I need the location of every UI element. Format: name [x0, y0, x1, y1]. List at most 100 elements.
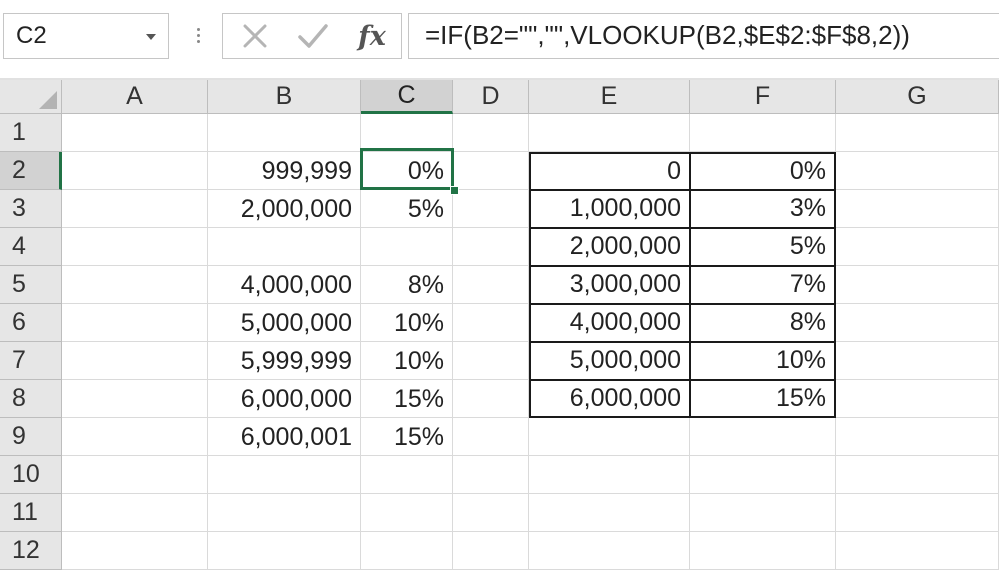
cell-c1[interactable] [361, 114, 453, 152]
cell-g9[interactable] [836, 418, 999, 456]
cell-f3[interactable]: 3% [690, 190, 836, 228]
cell-a11[interactable] [62, 494, 208, 532]
cell-e9[interactable] [529, 418, 690, 456]
cell-c10[interactable] [361, 456, 453, 494]
cell-d3[interactable] [453, 190, 529, 228]
cell-d8[interactable] [453, 380, 529, 418]
cell-g6[interactable] [836, 304, 999, 342]
cell-d4[interactable] [453, 228, 529, 266]
cell-e4[interactable]: 2,000,000 [529, 228, 690, 266]
cell-c3[interactable]: 5% [361, 190, 453, 228]
cell-f9[interactable] [690, 418, 836, 456]
cell-c2[interactable]: 0% [361, 152, 453, 190]
more-options-icon[interactable] [192, 24, 206, 48]
cell-e1[interactable] [529, 114, 690, 152]
row-header-12[interactable]: 12 [0, 532, 62, 570]
cell-a9[interactable] [62, 418, 208, 456]
row-header-11[interactable]: 11 [0, 494, 62, 532]
dropdown-arrow-icon[interactable] [146, 34, 156, 40]
cell-c4[interactable] [361, 228, 453, 266]
cell-c8[interactable]: 15% [361, 380, 453, 418]
name-box[interactable]: C2 [3, 13, 169, 59]
select-all-icon[interactable] [0, 80, 62, 114]
cell-g4[interactable] [836, 228, 999, 266]
cell-d2[interactable] [453, 152, 529, 190]
cell-a2[interactable] [62, 152, 208, 190]
cell-c11[interactable] [361, 494, 453, 532]
cell-d9[interactable] [453, 418, 529, 456]
cell-d1[interactable] [453, 114, 529, 152]
cell-g7[interactable] [836, 342, 999, 380]
cell-b1[interactable] [208, 114, 361, 152]
row-header-10[interactable]: 10 [0, 456, 62, 494]
cancel-icon[interactable] [231, 14, 279, 58]
cell-a10[interactable] [62, 456, 208, 494]
cell-d11[interactable] [453, 494, 529, 532]
cell-g1[interactable] [836, 114, 999, 152]
cell-f10[interactable] [690, 456, 836, 494]
cell-e7[interactable]: 5,000,000 [529, 342, 690, 380]
column-header-f[interactable]: F [690, 80, 836, 114]
cell-a8[interactable] [62, 380, 208, 418]
cell-f6[interactable]: 8% [690, 304, 836, 342]
cell-e12[interactable] [529, 532, 690, 570]
cell-a6[interactable] [62, 304, 208, 342]
cell-g12[interactable] [836, 532, 999, 570]
row-header-9[interactable]: 9 [0, 418, 62, 456]
column-header-b[interactable]: B [208, 80, 361, 114]
worksheet-grid[interactable]: A B C D E F G 1 2 999,999 0% 0 0% 3 2,000,000 5% 1,000,0… [0, 80, 999, 570]
cell-b8[interactable]: 6,000,000 [208, 380, 361, 418]
cell-d5[interactable] [453, 266, 529, 304]
column-header-e[interactable]: E [529, 80, 690, 114]
formula-input[interactable]: =IF(B2="","",VLOOKUP(B2,$E$2:$F$8,2)) [408, 13, 999, 59]
cell-a5[interactable] [62, 266, 208, 304]
cell-f12[interactable] [690, 532, 836, 570]
cell-f1[interactable] [690, 114, 836, 152]
row-header-1[interactable]: 1 [0, 114, 62, 152]
cell-a3[interactable] [62, 190, 208, 228]
cell-c12[interactable] [361, 532, 453, 570]
cell-e11[interactable] [529, 494, 690, 532]
cell-b4[interactable] [208, 228, 361, 266]
cell-e5[interactable]: 3,000,000 [529, 266, 690, 304]
column-header-d[interactable]: D [453, 80, 529, 114]
cell-b5[interactable]: 4,000,000 [208, 266, 361, 304]
cell-d7[interactable] [453, 342, 529, 380]
row-header-6[interactable]: 6 [0, 304, 62, 342]
cell-c5[interactable]: 8% [361, 266, 453, 304]
cell-d12[interactable] [453, 532, 529, 570]
cell-f5[interactable]: 7% [690, 266, 836, 304]
column-header-a[interactable]: A [62, 80, 208, 114]
cell-b7[interactable]: 5,999,999 [208, 342, 361, 380]
column-header-g[interactable]: G [836, 80, 999, 114]
cell-b3[interactable]: 2,000,000 [208, 190, 361, 228]
row-header-7[interactable]: 7 [0, 342, 62, 380]
cell-d10[interactable] [453, 456, 529, 494]
cell-g11[interactable] [836, 494, 999, 532]
row-header-4[interactable]: 4 [0, 228, 62, 266]
cell-e10[interactable] [529, 456, 690, 494]
cell-d6[interactable] [453, 304, 529, 342]
cell-f7[interactable]: 10% [690, 342, 836, 380]
row-header-8[interactable]: 8 [0, 380, 62, 418]
cell-b6[interactable]: 5,000,000 [208, 304, 361, 342]
cell-a7[interactable] [62, 342, 208, 380]
cell-a12[interactable] [62, 532, 208, 570]
cell-f2[interactable]: 0% [690, 152, 836, 190]
cell-g2[interactable] [836, 152, 999, 190]
cell-a1[interactable] [62, 114, 208, 152]
row-header-5[interactable]: 5 [0, 266, 62, 304]
cell-f4[interactable]: 5% [690, 228, 836, 266]
row-header-3[interactable]: 3 [0, 190, 62, 228]
cell-b11[interactable] [208, 494, 361, 532]
cell-f11[interactable] [690, 494, 836, 532]
cell-b2[interactable]: 999,999 [208, 152, 361, 190]
cell-e3[interactable]: 1,000,000 [529, 190, 690, 228]
cell-b9[interactable]: 6,000,001 [208, 418, 361, 456]
cell-c9[interactable]: 15% [361, 418, 453, 456]
cell-a4[interactable] [62, 228, 208, 266]
cell-c7[interactable]: 10% [361, 342, 453, 380]
cell-g10[interactable] [836, 456, 999, 494]
enter-check-icon[interactable] [289, 14, 337, 58]
cell-b12[interactable] [208, 532, 361, 570]
